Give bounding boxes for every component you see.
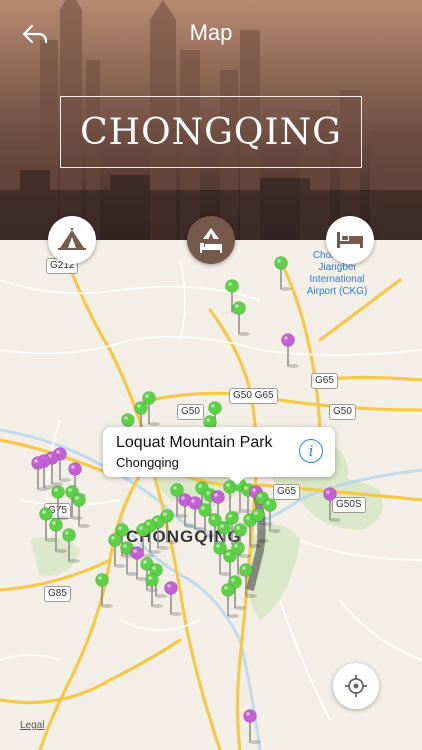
map-pin-green[interactable]: [72, 493, 91, 529]
map-pin-purple[interactable]: [243, 709, 262, 745]
tab-camping-hotels[interactable]: [187, 216, 235, 264]
map-pin-green[interactable]: [274, 256, 293, 292]
tent-icon: [58, 228, 86, 250]
map-pin-purple[interactable]: [164, 581, 183, 617]
bed-icon: [337, 232, 363, 248]
callout-pointer: [228, 476, 246, 485]
map-pin-green[interactable]: [62, 528, 81, 564]
map-pin-purple[interactable]: [323, 487, 342, 523]
callout-title: Loquat Mountain Park: [116, 434, 273, 451]
legal-link[interactable]: Legal: [20, 720, 44, 731]
tab-attractions[interactable]: [48, 216, 96, 264]
crosshair-icon: [345, 675, 367, 697]
map-pin-purple[interactable]: [281, 333, 300, 369]
tab-hotels[interactable]: [326, 216, 374, 264]
map-pin-green[interactable]: [263, 498, 282, 534]
map-pin-green[interactable]: [160, 509, 179, 545]
info-button[interactable]: i: [299, 439, 323, 463]
place-callout[interactable]: Loquat Mountain Park Chongqing i: [103, 427, 335, 477]
info-icon: i: [308, 442, 314, 460]
callout-subtitle: Chongqing: [116, 455, 179, 470]
locate-me-button[interactable]: [333, 663, 379, 709]
map-pin-green[interactable]: [239, 563, 258, 599]
map-pins: [31, 256, 342, 745]
map-pin-green[interactable]: [95, 573, 114, 609]
map-screen: Map CHONGQING G212 G65 G50 G50 G65 G50 G…: [0, 0, 422, 750]
tent-bed-icon: [200, 228, 222, 253]
map-pin-green[interactable]: [232, 301, 251, 337]
